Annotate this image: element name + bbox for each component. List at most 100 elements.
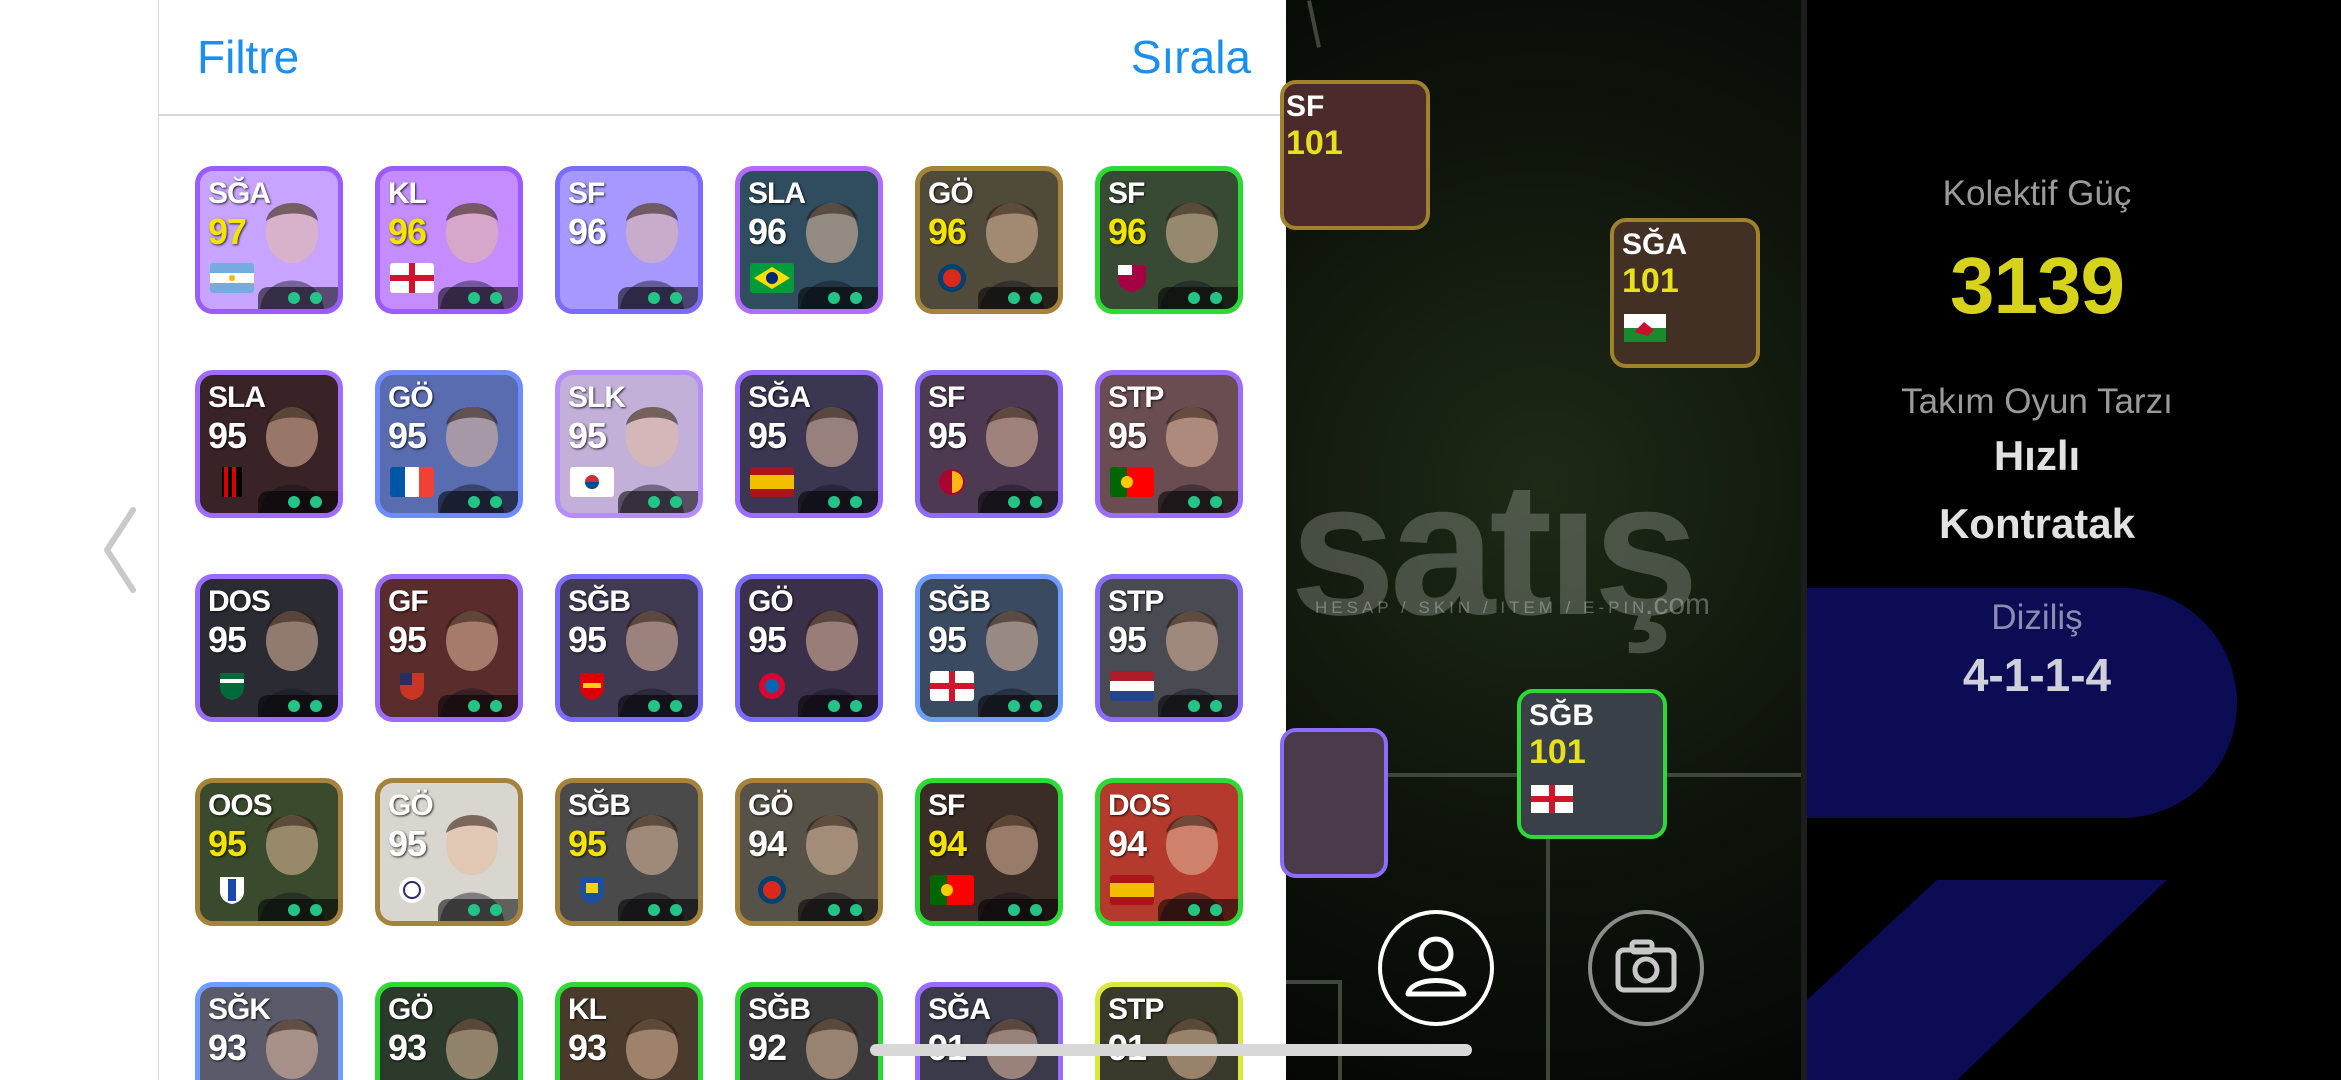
player-card[interactable]: GÖ 96	[915, 166, 1063, 314]
player-position: SF	[568, 177, 605, 210]
player-position: SĞB	[928, 585, 991, 618]
player-position: GÖ	[388, 789, 434, 822]
pitch-line	[1307, 0, 1321, 48]
pitch-player-card[interactable]	[1280, 728, 1388, 878]
collective-power-value: 3139	[1950, 241, 2125, 330]
player-card[interactable]: SF 96	[1095, 166, 1243, 314]
player-rating: 95	[568, 823, 607, 864]
player-rating: 96	[928, 211, 967, 252]
barca-flag-icon	[1118, 265, 1146, 292]
player-card[interactable]: OOS 95	[195, 778, 343, 926]
player-card[interactable]: SĞB 95	[555, 778, 703, 926]
player-card[interactable]: SĞA91	[915, 982, 1063, 1080]
player-position: SĞA	[928, 993, 991, 1026]
player-rating: 93	[208, 1027, 247, 1068]
player-card[interactable]: SĞB 92	[735, 982, 883, 1080]
card-skill-indicators	[978, 695, 1058, 717]
player-card[interactable]: STP 95	[1095, 370, 1243, 518]
player-rating: 95	[748, 415, 787, 456]
card-skill-indicators	[618, 287, 698, 309]
player-rating: 95	[208, 823, 247, 864]
player-card[interactable]: SF 96	[555, 166, 703, 314]
player-card[interactable]: KL 96	[375, 166, 523, 314]
card-skill-indicators	[618, 899, 698, 921]
player-card[interactable]: SLA 95	[195, 370, 343, 518]
club3-flag-icon	[580, 877, 604, 904]
player-rating: 93	[568, 1027, 607, 1068]
watermark-logo: satış	[1290, 443, 1699, 655]
pitch-line	[1286, 980, 1342, 984]
player-card[interactable]: KL 93	[555, 982, 703, 1080]
player-position: SF	[928, 789, 965, 822]
player-position: SĞB	[748, 993, 811, 1026]
club1-flag-icon	[220, 877, 244, 904]
player-card[interactable]: SĞK 93	[195, 982, 343, 1080]
filter-button[interactable]: Filtre	[197, 30, 299, 84]
player-rating: 94	[748, 823, 787, 864]
player-position: GF	[388, 585, 429, 618]
card-skill-indicators	[618, 695, 698, 717]
player-card[interactable]: GÖ 95	[375, 778, 523, 926]
player-card[interactable]: SLK 95	[555, 370, 703, 518]
france-flag-icon	[390, 467, 434, 497]
pitch-player-card[interactable]: SĞB 101	[1517, 689, 1667, 839]
collective-power-label: Kolektif Güç	[1942, 174, 2132, 213]
profile-button[interactable]	[1378, 910, 1494, 1026]
player-card[interactable]: SLA 96	[735, 166, 883, 314]
player-position: SĞA	[1622, 228, 1688, 261]
milan-flag-icon	[222, 467, 242, 497]
player-card[interactable]: GÖ 94	[735, 778, 883, 926]
team-playstyle-value-2: Kontratak	[1938, 500, 2136, 547]
pitch-player-card[interactable]: SF 101	[1280, 80, 1430, 230]
player-card[interactable]: GF 95	[375, 574, 523, 722]
spain-flag-icon	[750, 467, 794, 497]
player-position: SĞA	[208, 177, 271, 210]
arsenal-flag-icon	[580, 673, 604, 700]
player-rating: 95	[568, 619, 607, 660]
player-rating: 92	[748, 1027, 787, 1068]
player-card[interactable]: SĞA 97	[195, 166, 343, 314]
player-card[interactable]: GÖ 95	[375, 370, 523, 518]
player-card[interactable]: DOS 95	[195, 574, 343, 722]
player-position: SLK	[568, 381, 626, 414]
wales-flag-icon	[1624, 314, 1666, 342]
card-skill-indicators	[1158, 491, 1238, 513]
player-position: SF	[1286, 90, 1325, 123]
bayern-flag-icon	[759, 673, 785, 699]
argentina-flag-icon	[210, 263, 254, 293]
pitch-player-card[interactable]: SĞA 101	[1610, 218, 1760, 368]
portugal-flag-icon	[930, 875, 974, 905]
player-card[interactable]: GÖ 93	[375, 982, 523, 1080]
england-flag-icon	[390, 263, 434, 293]
card-skill-indicators	[798, 287, 878, 309]
card-skill-indicators	[1158, 287, 1238, 309]
card-skill-indicators	[438, 491, 518, 513]
player-rating: 95	[928, 619, 967, 660]
card-skill-indicators	[438, 287, 518, 309]
sort-button[interactable]: Sırala	[1131, 30, 1251, 84]
decorative-shape	[1807, 880, 2167, 1080]
card-skill-indicators	[258, 491, 338, 513]
spain-flag-icon	[1110, 875, 1154, 905]
back-chevron-icon[interactable]	[95, 500, 145, 600]
card-skill-indicators	[258, 899, 338, 921]
player-position: SĞB	[568, 789, 631, 822]
player-rating: 95	[388, 415, 427, 456]
player-position: GÖ	[928, 177, 974, 210]
player-card[interactable]: SF 95	[915, 370, 1063, 518]
player-card[interactable]: GÖ 95	[735, 574, 883, 722]
player-card[interactable]: SĞA 95	[735, 370, 883, 518]
player-card[interactable]: SĞB 95	[555, 574, 703, 722]
formation-value[interactable]: 4-1-1-4	[1807, 648, 2267, 702]
team-playstyle-value: Hızlı	[1993, 432, 2081, 479]
player-card[interactable]: SF 94	[915, 778, 1063, 926]
player-card[interactable]: SĞB 95	[915, 574, 1063, 722]
camera-button[interactable]	[1588, 910, 1704, 1026]
player-card[interactable]: DOS 94	[1095, 778, 1243, 926]
england-flag-icon	[930, 671, 974, 701]
player-card[interactable]: STP91	[1095, 982, 1243, 1080]
player-position: SLA	[208, 381, 266, 414]
pitch-line	[1338, 980, 1342, 1080]
player-card[interactable]: STP 95	[1095, 574, 1243, 722]
player-position: GÖ	[388, 993, 434, 1026]
